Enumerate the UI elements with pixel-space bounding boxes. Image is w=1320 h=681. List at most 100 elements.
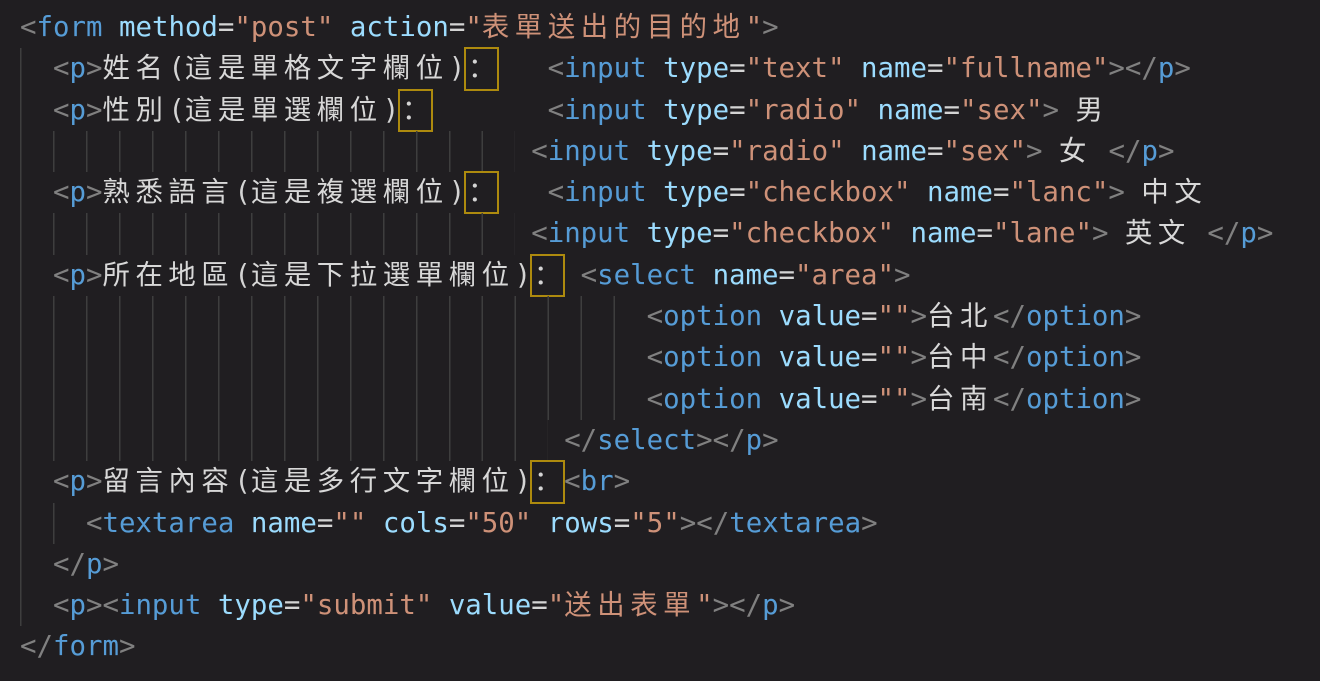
token-eq: = bbox=[927, 136, 944, 167]
code-line: <p>所在地區(這是下拉選單欄位)： <select name="area"> bbox=[20, 255, 1320, 296]
token-br: > bbox=[1026, 136, 1043, 167]
token-br: </ bbox=[1207, 218, 1240, 249]
token-txt bbox=[861, 95, 878, 126]
indent-guides bbox=[20, 420, 564, 461]
token-txt bbox=[647, 177, 664, 208]
token-str: "5" bbox=[630, 508, 679, 539]
token-eq: = bbox=[861, 342, 878, 373]
token-scjk: 表單送出的目的地 bbox=[482, 12, 746, 43]
token-txt bbox=[762, 342, 779, 373]
token-br: > bbox=[86, 260, 103, 291]
token-str: "lanc" bbox=[1009, 177, 1108, 208]
code-line: </form> bbox=[20, 626, 1320, 667]
token-txt bbox=[564, 260, 581, 291]
code-line: </select></p> bbox=[20, 420, 1320, 461]
token-br: </ bbox=[993, 301, 1026, 332]
token-br: > bbox=[1092, 218, 1109, 249]
token-eq: = bbox=[317, 508, 334, 539]
token-br: > bbox=[86, 177, 103, 208]
token-attr: name bbox=[861, 136, 927, 167]
token-txt bbox=[894, 218, 911, 249]
token-tag: option bbox=[663, 342, 762, 373]
token-br: < bbox=[53, 177, 70, 208]
indent-guides bbox=[20, 585, 53, 626]
token-txt bbox=[432, 95, 547, 126]
token-eq: = bbox=[729, 177, 746, 208]
indent-guides bbox=[20, 131, 531, 172]
token-tag: p bbox=[1141, 136, 1158, 167]
token-txt bbox=[1059, 95, 1076, 126]
unicode-highlighted-colon: ： bbox=[465, 172, 498, 213]
token-attr: value bbox=[449, 590, 531, 621]
unicode-highlighted-colon: ： bbox=[399, 90, 432, 131]
indent-guides bbox=[20, 503, 86, 544]
token-tag: p bbox=[69, 177, 86, 208]
token-txt bbox=[1108, 218, 1125, 249]
code-line: <input type="radio" name="sex"> 女 </p> bbox=[20, 131, 1320, 172]
code-line: <option value="">台北</option> bbox=[20, 296, 1320, 337]
token-cjk: 這是單格文字欄位 bbox=[185, 53, 449, 84]
code-line: <form method="post" action="表單送出的目的地"> bbox=[20, 7, 1320, 48]
token-eq: = bbox=[861, 301, 878, 332]
token-txt bbox=[762, 301, 779, 332]
token-tag: option bbox=[663, 301, 762, 332]
token-eq: = bbox=[284, 590, 301, 621]
token-cjk: 英文 bbox=[1125, 218, 1191, 249]
token-br: < bbox=[548, 53, 565, 84]
token-tag: p bbox=[746, 425, 763, 456]
token-txt bbox=[102, 12, 119, 43]
indent-guides bbox=[20, 337, 647, 378]
token-attr: type bbox=[663, 95, 729, 126]
code-line: <p>性別(這是單選欄位)： <input type="radio" name=… bbox=[20, 90, 1320, 131]
token-attr: value bbox=[779, 384, 861, 415]
token-br: > bbox=[86, 53, 103, 84]
token-str: "" bbox=[878, 342, 911, 373]
token-tag: form bbox=[53, 631, 119, 662]
token-attr: name bbox=[927, 177, 993, 208]
token-txt: ( bbox=[234, 466, 251, 497]
code-line: </p> bbox=[20, 544, 1320, 585]
token-tag: p bbox=[762, 590, 779, 621]
unicode-highlighted-colon: ： bbox=[531, 461, 564, 502]
token-cjk: 這是單選欄位 bbox=[185, 95, 383, 126]
token-attr: action bbox=[350, 12, 449, 43]
token-eq: = bbox=[614, 508, 631, 539]
token-br: > bbox=[1174, 53, 1191, 84]
token-txt bbox=[647, 53, 664, 84]
token-br: > bbox=[1158, 136, 1175, 167]
token-txt: ) bbox=[449, 177, 466, 208]
token-txt bbox=[910, 177, 927, 208]
token-txt: ) bbox=[383, 95, 400, 126]
token-tag: p bbox=[86, 549, 103, 580]
token-br: > bbox=[1125, 301, 1142, 332]
token-attr: name bbox=[911, 218, 977, 249]
token-br: < bbox=[53, 95, 70, 126]
token-eq: = bbox=[713, 218, 730, 249]
token-txt bbox=[1125, 177, 1142, 208]
token-br: </ bbox=[20, 631, 53, 662]
code-area[interactable]: <form method="post" action="表單送出的目的地"><p… bbox=[0, 0, 1320, 668]
token-str: "" bbox=[878, 301, 911, 332]
token-br: > bbox=[911, 342, 928, 373]
token-br: < bbox=[53, 260, 70, 291]
token-br: > bbox=[762, 425, 779, 456]
token-cjk: 男 bbox=[1075, 95, 1108, 126]
token-br: > bbox=[911, 384, 928, 415]
token-str: " bbox=[465, 12, 482, 43]
indent-guides bbox=[20, 255, 53, 296]
token-txt: ( bbox=[168, 95, 185, 126]
code-line: <textarea name="" cols="50" rows="5"></t… bbox=[20, 503, 1320, 544]
token-br: > bbox=[119, 631, 136, 662]
token-tag: p bbox=[69, 53, 86, 84]
token-txt: ) bbox=[449, 53, 466, 84]
token-str: "fullname" bbox=[944, 53, 1109, 84]
token-cjk: 性別 bbox=[102, 95, 168, 126]
token-tag: p bbox=[1240, 218, 1257, 249]
token-br: > bbox=[779, 590, 796, 621]
token-txt bbox=[201, 590, 218, 621]
token-eq: = bbox=[449, 508, 466, 539]
token-cjk: 這是下拉選單欄位 bbox=[251, 260, 515, 291]
token-txt: ) bbox=[515, 466, 532, 497]
token-eq: = bbox=[861, 384, 878, 415]
token-txt: ) bbox=[515, 260, 532, 291]
